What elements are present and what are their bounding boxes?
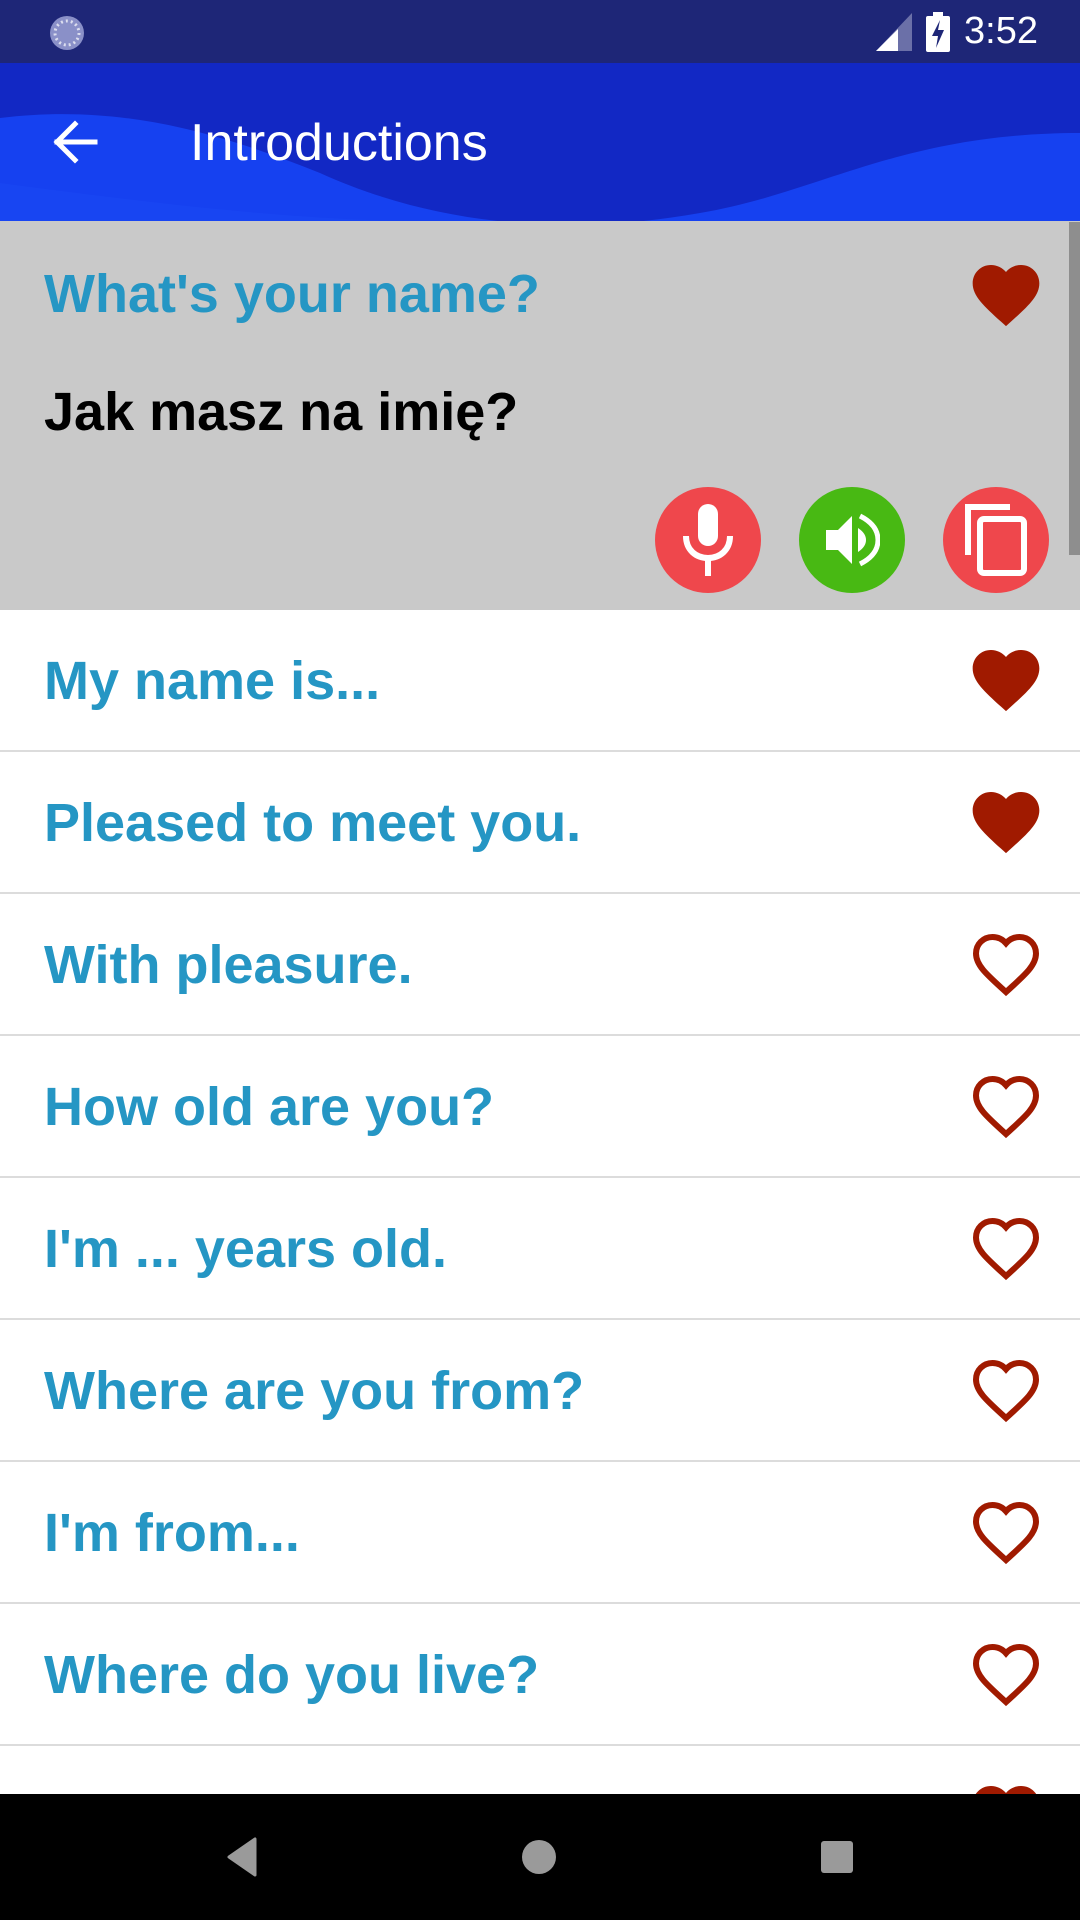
app-bar: Introductions [0,63,1080,221]
list-item[interactable]: Where do you live? [0,1604,1080,1746]
list-item[interactable]: I'm from... [0,1462,1080,1604]
microphone-icon [683,504,733,576]
status-icons: 3:52 [876,0,1038,63]
nav-back-button[interactable] [212,1827,272,1887]
sync-indicator-icon [50,16,84,50]
phrase-text: How old are you? [44,1077,495,1137]
selected-phrase-english: What's your name? [44,264,540,324]
selected-phrase-translation: Jak masz na imię? [44,382,519,442]
phrase-text: Where are you from? [44,1361,585,1421]
favorite-heart-filled-icon[interactable] [966,255,1046,335]
battery-charging-icon [926,11,951,52]
cellular-signal-icon [876,12,913,51]
phrase-text: My name is... [44,651,381,711]
system-nav-bar [0,1794,1080,1920]
favorite-heart-outline-icon[interactable] [966,1634,1046,1714]
list-item[interactable]: Where are you from? [0,1320,1080,1462]
nav-recents-icon [821,1841,853,1873]
play-audio-button[interactable] [799,487,905,593]
status-time: 3:52 [964,10,1038,52]
phrase-list: My name is... Pleased to meet you. With … [0,610,1080,1888]
nav-back-icon [227,1837,257,1877]
favorite-heart-outline-icon[interactable] [966,1492,1046,1572]
back-button[interactable] [40,107,110,177]
favorite-heart-outline-icon[interactable] [966,1066,1046,1146]
favorite-heart-outline-icon[interactable] [966,1350,1046,1430]
favorite-heart-outline-icon[interactable] [966,1208,1046,1288]
list-item[interactable]: My name is... [0,610,1080,752]
list-item[interactable]: How old are you? [0,1036,1080,1178]
list-item[interactable]: Pleased to meet you. [0,752,1080,894]
phrase-text: With pleasure. [44,935,413,995]
speaker-icon [826,513,880,567]
nav-recents-button[interactable] [807,1827,867,1887]
selected-phrase-card: What's your name? Jak masz na imię? [0,221,1080,610]
phrase-text: I'm from... [44,1503,300,1563]
phrase-text: Pleased to meet you. [44,793,582,853]
favorite-heart-filled-icon[interactable] [966,782,1046,862]
record-button[interactable] [655,487,761,593]
scrollbar[interactable] [1069,222,1080,555]
app-bar-wave-decoration [0,114,1080,221]
favorite-heart-filled-icon[interactable] [966,640,1046,720]
status-bar: 3:52 [0,0,1080,63]
list-item[interactable]: With pleasure. [0,894,1080,1036]
page-title: Introductions [190,114,488,172]
nav-home-button[interactable] [509,1827,569,1887]
arrow-back-icon [53,120,98,164]
phrase-text: I'm ... years old. [44,1219,447,1279]
list-item[interactable]: I'm ... years old. [0,1178,1080,1320]
copy-icon [965,504,1027,576]
favorite-heart-outline-icon[interactable] [966,924,1046,1004]
phrase-text: Where do you live? [44,1645,540,1705]
copy-button[interactable] [943,487,1049,593]
nav-home-icon [522,1840,556,1874]
